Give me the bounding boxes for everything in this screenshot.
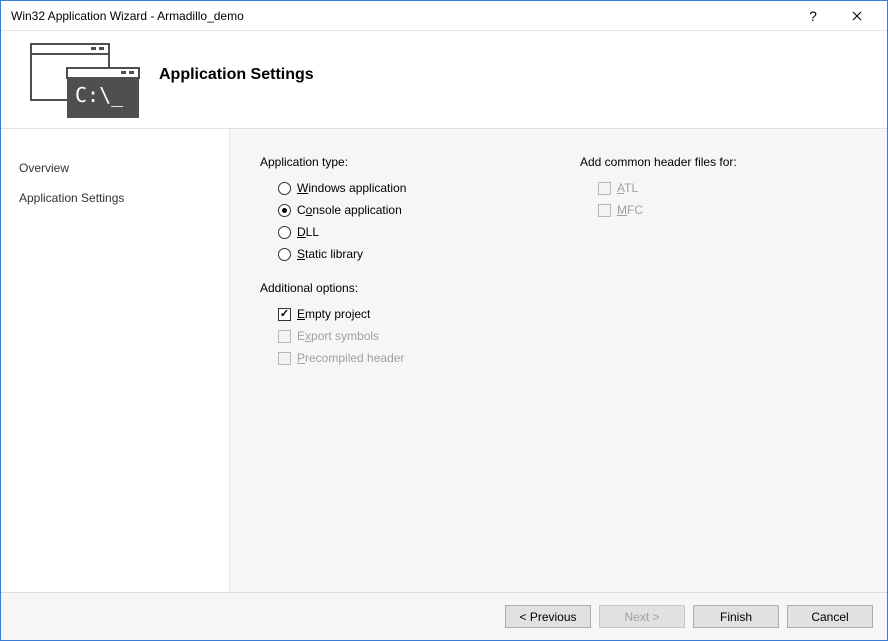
checkbox-empty-project[interactable]: Empty project — [260, 303, 520, 325]
checkbox-label: MFC — [617, 203, 643, 217]
checkbox-icon — [278, 352, 291, 365]
finish-button[interactable]: Finish — [693, 605, 779, 628]
close-icon — [852, 11, 862, 21]
checkbox-label: Export symbols — [297, 329, 379, 343]
cancel-button[interactable]: Cancel — [787, 605, 873, 628]
checkbox-precompiled-header: Precompiled header — [260, 347, 520, 369]
svg-text:C:\_: C:\_ — [75, 83, 124, 107]
sidebar-item-overview[interactable]: Overview — [19, 153, 211, 183]
checkbox-mfc: MFC — [580, 199, 737, 221]
titlebar: Win32 Application Wizard - Armadillo_dem… — [1, 1, 887, 31]
radio-label: Static library — [297, 247, 363, 261]
radio-icon — [278, 226, 291, 239]
checkbox-label: ATL — [617, 181, 638, 195]
footer: < Previous Next > Finish Cancel — [1, 592, 887, 640]
sidebar: Overview Application Settings — [1, 129, 229, 592]
checkbox-atl: ATL — [580, 177, 737, 199]
radio-icon — [278, 182, 291, 195]
checkbox-label: Precompiled header — [297, 351, 404, 365]
checkbox-icon — [598, 182, 611, 195]
next-button: Next > — [599, 605, 685, 628]
sidebar-item-application-settings[interactable]: Application Settings — [19, 183, 211, 213]
checkbox-icon — [278, 308, 291, 321]
header: C:\_ Application Settings — [1, 31, 887, 128]
radio-static-library[interactable]: Static library — [260, 243, 520, 265]
additional-options-label: Additional options: — [260, 281, 520, 295]
wizard-window: Win32 Application Wizard - Armadillo_dem… — [0, 0, 888, 641]
radio-label: Windows application — [297, 181, 406, 195]
window-title: Win32 Application Wizard - Armadillo_dem… — [11, 9, 791, 23]
checkbox-export-symbols: Export symbols — [260, 325, 520, 347]
page-title: Application Settings — [159, 66, 314, 84]
radio-icon — [278, 204, 291, 217]
content: Application type: Windows application Co… — [229, 129, 887, 592]
header-files-label: Add common header files for: — [580, 155, 737, 169]
radio-label: Console application — [297, 203, 402, 217]
wizard-icon: C:\_ — [29, 42, 141, 118]
help-button[interactable]: ? — [791, 2, 835, 30]
close-button[interactable] — [835, 2, 879, 30]
radio-console-application[interactable]: Console application — [260, 199, 520, 221]
body: Overview Application Settings Applicatio… — [1, 128, 887, 592]
checkbox-icon — [278, 330, 291, 343]
app-type-label: Application type: — [260, 155, 520, 169]
radio-windows-application[interactable]: Windows application — [260, 177, 520, 199]
radio-label: DLL — [297, 225, 319, 239]
radio-icon — [278, 248, 291, 261]
checkbox-icon — [598, 204, 611, 217]
radio-dll[interactable]: DLL — [260, 221, 520, 243]
previous-button[interactable]: < Previous — [505, 605, 591, 628]
checkbox-label: Empty project — [297, 307, 370, 321]
